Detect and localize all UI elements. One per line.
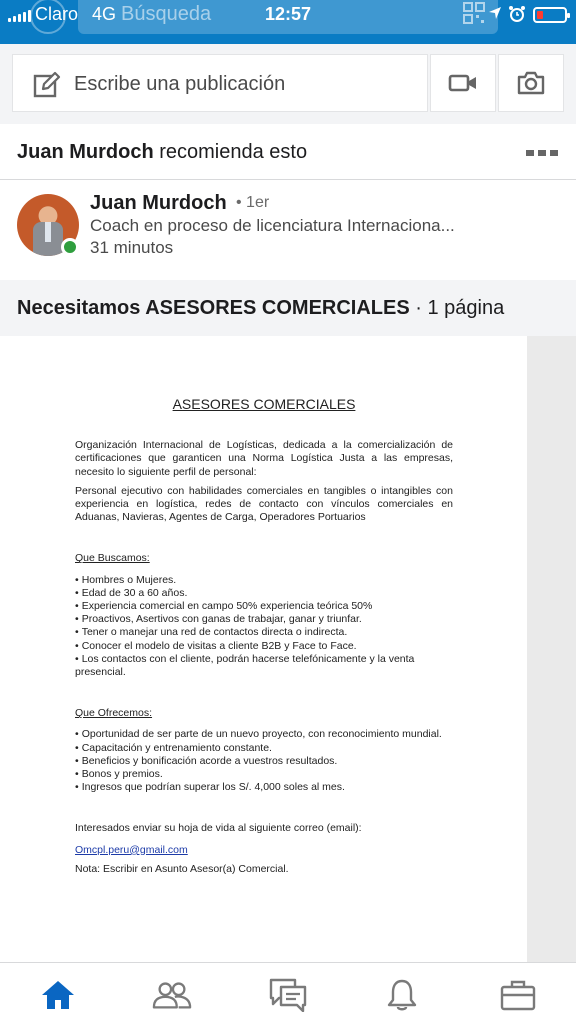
doc-email-link[interactable]: Omcpl.peru@gmail.com bbox=[75, 844, 453, 857]
doc-heading: ASESORES COMERCIALES bbox=[172, 396, 356, 412]
list-item: Tener o manejar una red de contactos dir… bbox=[75, 626, 453, 639]
connection-degree: • 1er bbox=[236, 194, 270, 211]
document-content: ASESORES COMERCIALES Organización Intern… bbox=[75, 396, 453, 876]
location-icon bbox=[489, 7, 501, 19]
video-button[interactable] bbox=[430, 54, 496, 112]
pencil-icon bbox=[33, 71, 61, 98]
camera-icon bbox=[517, 71, 545, 95]
doc-contact-text: Interesados enviar su hoja de vida al si… bbox=[75, 822, 362, 835]
recommendation-header: Juan Murdoch recomienda esto bbox=[0, 124, 576, 180]
battery-icon bbox=[533, 7, 570, 23]
document-title-line: Necesitamos ASESORES COMERCIALES · 1 pág… bbox=[17, 297, 504, 320]
list-item: Los contactos con el cliente, podrán hac… bbox=[75, 653, 453, 679]
nav-jobs[interactable] bbox=[498, 977, 538, 1013]
nav-network[interactable] bbox=[152, 977, 192, 1013]
photo-button[interactable] bbox=[498, 54, 564, 112]
more-options-icon[interactable] bbox=[526, 150, 558, 156]
video-camera-icon bbox=[448, 74, 476, 92]
share-input[interactable]: Escribe una publicación bbox=[12, 54, 428, 112]
author-headline: Coach en proceso de licenciatura Interna… bbox=[90, 216, 455, 235]
bottom-nav bbox=[0, 962, 576, 1024]
doc-offer-list: Oportunidad de ser parte de un nuevo pro… bbox=[75, 728, 453, 794]
list-item: Proactivos, Asertivos con ganas de traba… bbox=[75, 613, 453, 626]
document-header[interactable]: Necesitamos ASESORES COMERCIALES · 1 pág… bbox=[0, 280, 576, 336]
list-item: Beneficios y bonificación acorde a vuest… bbox=[75, 755, 453, 768]
qr-code-icon[interactable] bbox=[463, 2, 485, 24]
post-card: Juan Murdoch recomienda esto Juan Murdoc… bbox=[0, 124, 576, 962]
doc-intro: Organización Internacional de Logísticas… bbox=[75, 439, 453, 478]
list-item: Edad de 30 a 60 años. bbox=[75, 587, 453, 600]
list-item: Bonos y premios. bbox=[75, 768, 453, 781]
messages-icon bbox=[269, 978, 307, 1012]
notifications-icon bbox=[387, 979, 417, 1011]
nav-notifications[interactable] bbox=[382, 977, 422, 1013]
recommender-name[interactable]: Juan Murdoch bbox=[17, 141, 154, 163]
doc-profile: Personal ejecutivo con habilidades comer… bbox=[75, 484, 453, 524]
home-icon bbox=[42, 981, 74, 1009]
online-status-dot bbox=[61, 238, 79, 256]
share-box: Escribe una publicación bbox=[0, 44, 576, 124]
recommend-suffix: recomienda esto bbox=[159, 141, 308, 163]
author-name[interactable]: Juan Murdoch bbox=[90, 192, 227, 215]
list-item: Capacitación y entrenamiento constante. bbox=[75, 742, 453, 755]
list-item: Ingresos que podrían superar los S/. 4,0… bbox=[75, 781, 453, 794]
doc-seek-title: Que Buscamos: bbox=[75, 552, 150, 565]
list-item: Oportunidad de ser parte de un nuevo pro… bbox=[75, 728, 453, 741]
document-title: Necesitamos ASESORES COMERCIALES bbox=[17, 297, 410, 319]
alarm-icon bbox=[509, 6, 525, 22]
doc-offer-title: Que Ofrecemos: bbox=[75, 707, 153, 720]
recommendation-text: Juan Murdoch recomienda esto bbox=[17, 141, 307, 164]
post-time: 31 minutos bbox=[90, 238, 174, 257]
document-viewer[interactable]: ASESORES COMERCIALES Organización Intern… bbox=[0, 336, 576, 962]
jobs-icon bbox=[500, 980, 536, 1011]
status-bar: Claro 4G Búsqueda 12:57 bbox=[0, 0, 576, 44]
list-item: Hombres o Mujeres. bbox=[75, 574, 453, 587]
nav-home[interactable] bbox=[38, 977, 78, 1013]
list-item: Experiencia comercial en campo 50% exper… bbox=[75, 600, 453, 613]
share-placeholder[interactable]: Escribe una publicación bbox=[74, 73, 285, 96]
nav-messaging[interactable] bbox=[268, 977, 308, 1013]
list-item: Conocer el modelo de visitas a cliente B… bbox=[75, 640, 453, 653]
document-page-count: · 1 página bbox=[415, 297, 505, 319]
document-page[interactable]: ASESORES COMERCIALES Organización Intern… bbox=[0, 336, 527, 962]
people-icon bbox=[152, 982, 192, 1009]
post-author[interactable]: Juan Murdoch • 1er Coach en proceso de l… bbox=[0, 181, 576, 281]
doc-seek-list: Hombres o Mujeres. Edad de 30 a 60 años.… bbox=[75, 574, 453, 680]
doc-note: Nota: Escribir en Asunto Asesor(a) Comer… bbox=[75, 862, 289, 875]
